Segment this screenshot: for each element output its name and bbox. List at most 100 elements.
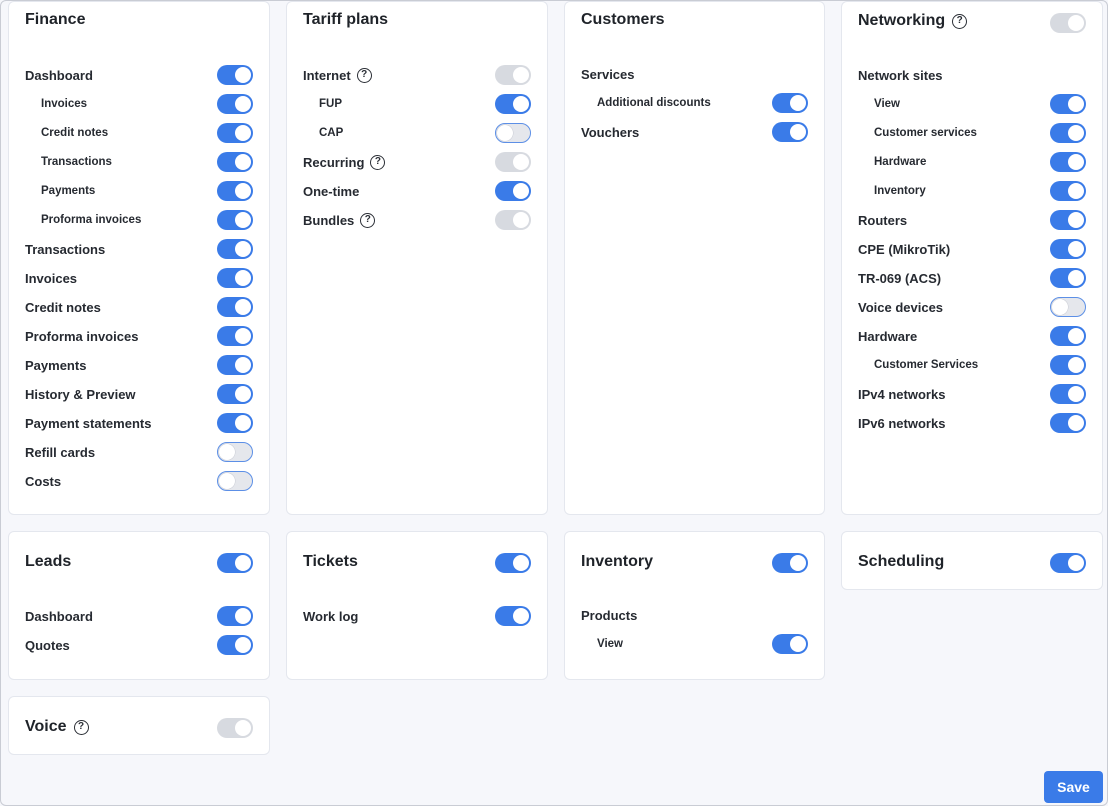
permission-row-dashboard: Dashboard — [25, 64, 253, 86]
toggle-credit-notes[interactable] — [217, 297, 253, 317]
permission-label-text: Additional discounts — [597, 97, 711, 109]
permission-row-services: Services — [581, 63, 808, 85]
toggle-leads[interactable] — [217, 553, 253, 573]
toggle-payments[interactable] — [217, 355, 253, 375]
permission-label: FUP — [319, 98, 342, 110]
help-icon[interactable]: ? — [356, 67, 372, 83]
card-title-customers: Customers — [581, 11, 665, 29]
card-inventory: Inventory Products View — [564, 531, 825, 680]
permission-row-payments: Payments — [41, 180, 253, 202]
toggle-scheduling[interactable] — [1050, 553, 1086, 573]
toggle-payments[interactable] — [217, 181, 253, 201]
toggle-vouchers[interactable] — [772, 122, 808, 142]
permission-row-proforma-invoices: Proforma invoices — [25, 325, 253, 347]
toggle-tr-069-acs[interactable] — [1050, 268, 1086, 288]
permission-label-text: Bundles — [303, 212, 355, 228]
permission-row-fup: FUP — [319, 93, 531, 115]
toggle-cpe-mikrotik[interactable] — [1050, 239, 1086, 259]
permission-label-text: Transactions — [25, 241, 106, 257]
card-leads: Leads Dashboard Quotes — [8, 531, 270, 680]
permission-label-text: Inventory — [874, 185, 926, 197]
toggle-invoices[interactable] — [217, 268, 253, 288]
toggle-customer-services[interactable] — [1050, 355, 1086, 375]
permission-label: Payments — [25, 358, 86, 373]
toggle-work-log[interactable] — [495, 606, 531, 626]
toggle-transactions[interactable] — [217, 152, 253, 172]
toggle-payment-statements[interactable] — [217, 413, 253, 433]
permission-row-routers: Routers — [858, 209, 1086, 231]
permission-row-ipv4-networks: IPv4 networks — [858, 383, 1086, 405]
permission-label: View — [874, 98, 900, 110]
card-title-text: Voice — [25, 718, 67, 735]
permission-label: Routers — [858, 213, 907, 228]
card-title-text: Scheduling — [858, 553, 945, 570]
toggle-view[interactable] — [772, 634, 808, 654]
toggle-routers[interactable] — [1050, 210, 1086, 230]
toggle-proforma-invoices[interactable] — [217, 210, 253, 230]
toggle-transactions[interactable] — [217, 239, 253, 259]
permission-label-text: Hardware — [874, 156, 927, 168]
permission-label-text: Recurring — [303, 154, 365, 170]
toggle-dashboard[interactable] — [217, 65, 253, 85]
toggle-fup[interactable] — [495, 94, 531, 114]
permission-label: Vouchers — [581, 125, 639, 140]
permission-row-history-preview: History & Preview — [25, 383, 253, 405]
toggle-customer-services[interactable] — [1050, 123, 1086, 143]
permission-row-proforma-invoices: Proforma invoices — [41, 209, 253, 231]
toggle-voice[interactable] — [217, 718, 253, 738]
toggle-voice-devices[interactable] — [1050, 297, 1086, 317]
help-icon[interactable]: ? — [370, 154, 386, 170]
card-title-leads: Leads — [25, 553, 71, 571]
toggle-quotes[interactable] — [217, 635, 253, 655]
toggle-inventory[interactable] — [772, 553, 808, 573]
permission-label: IPv6 networks — [858, 416, 945, 431]
permission-row-bundles: Bundles? — [303, 209, 531, 231]
toggle-view[interactable] — [1050, 94, 1086, 114]
toggle-internet[interactable] — [495, 65, 531, 85]
toggle-invoices[interactable] — [217, 94, 253, 114]
toggle-history-preview[interactable] — [217, 384, 253, 404]
toggle-one-time[interactable] — [495, 181, 531, 201]
permission-label-text: Products — [581, 607, 638, 623]
toggle-refill-cards[interactable] — [217, 442, 253, 462]
permission-label: One-time — [303, 184, 359, 199]
permission-label: Proforma invoices — [41, 214, 141, 226]
permission-label: Additional discounts — [597, 97, 711, 109]
permission-label: Work log — [303, 609, 358, 624]
permission-row-hardware: Hardware — [874, 151, 1086, 173]
toggle-proforma-invoices[interactable] — [217, 326, 253, 346]
permission-row-inventory: Inventory — [874, 180, 1086, 202]
toggle-networking[interactable] — [1050, 13, 1086, 33]
permission-row-hardware: Hardware — [858, 325, 1086, 347]
save-button[interactable]: Save — [1044, 771, 1103, 803]
permission-label: Payment statements — [25, 416, 151, 431]
permission-label-text: Internet — [303, 67, 351, 83]
permission-label: History & Preview — [25, 387, 136, 402]
toggle-inventory[interactable] — [1050, 181, 1086, 201]
permission-label-text: View — [874, 98, 900, 110]
permission-label-text: Proforma invoices — [25, 328, 139, 344]
card-title-voice: Voice ? — [25, 718, 89, 736]
toggle-ipv6-networks[interactable] — [1050, 413, 1086, 433]
toggle-additional-discounts[interactable] — [772, 93, 808, 113]
toggle-dashboard[interactable] — [217, 606, 253, 626]
toggle-hardware[interactable] — [1050, 152, 1086, 172]
toggle-credit-notes[interactable] — [217, 123, 253, 143]
permission-label: Payments — [41, 185, 95, 197]
toggle-tickets[interactable] — [495, 553, 531, 573]
toggle-hardware[interactable] — [1050, 326, 1086, 346]
help-icon[interactable]: ? — [360, 212, 376, 228]
card-title-text: Finance — [25, 11, 86, 28]
permission-label: CPE (MikroTik) — [858, 242, 950, 257]
toggle-recurring[interactable] — [495, 152, 531, 172]
permission-row-one-time: One-time — [303, 180, 531, 202]
help-icon[interactable]: ? — [952, 13, 968, 29]
toggle-bundles[interactable] — [495, 210, 531, 230]
help-icon[interactable]: ? — [73, 719, 89, 735]
permission-label-text: FUP — [319, 98, 342, 110]
toggle-costs[interactable] — [217, 471, 253, 491]
toggle-cap[interactable] — [495, 123, 531, 143]
permission-label-text: Credit notes — [41, 127, 109, 139]
toggle-ipv4-networks[interactable] — [1050, 384, 1086, 404]
permission-label-text: Credit notes — [25, 299, 101, 315]
